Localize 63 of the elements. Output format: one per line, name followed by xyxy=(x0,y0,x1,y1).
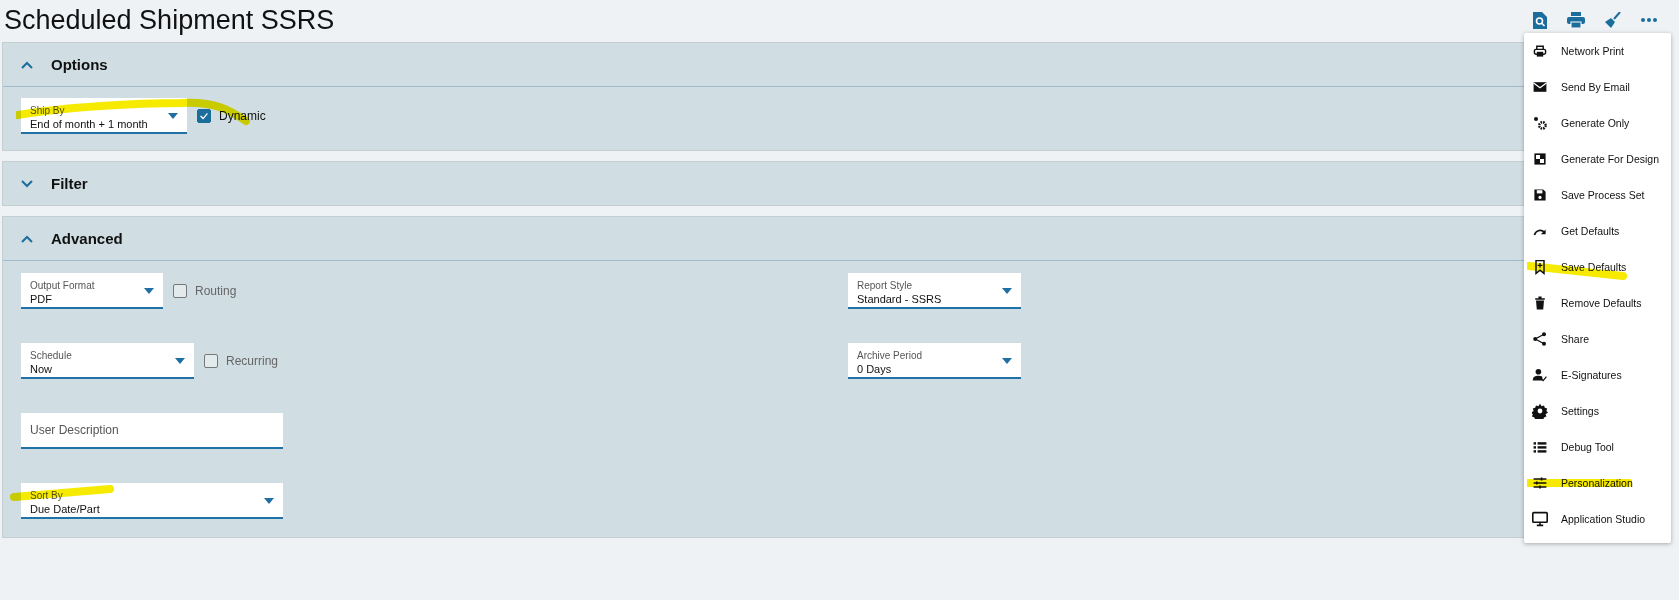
caret-icon xyxy=(1002,358,1012,364)
menu-item[interactable]: Debug Tool xyxy=(1524,429,1671,465)
field-label: Schedule xyxy=(30,349,72,362)
checkbox[interactable] xyxy=(197,109,211,123)
checkbox[interactable] xyxy=(204,354,218,368)
field-label: Report Style xyxy=(857,279,913,292)
dropdown-field[interactable]: Report Style Standard - SSRS xyxy=(848,273,1021,309)
caret-icon xyxy=(144,288,154,294)
menu-item[interactable]: Generate For Design xyxy=(1524,141,1671,177)
field-value: Standard - SSRS xyxy=(857,291,942,306)
field-value: Due Date/Part xyxy=(30,501,100,516)
chevron-icon[interactable] xyxy=(21,234,33,243)
menu-item[interactable]: Settings xyxy=(1524,393,1671,429)
menu-item[interactable]: Get Defaults xyxy=(1524,213,1671,249)
page-title: Scheduled Shipment SSRS xyxy=(4,4,335,36)
menu-item[interactable]: Generate Only xyxy=(1524,105,1671,141)
caret-icon xyxy=(168,113,178,119)
field-value: End of month + 1 month xyxy=(30,116,148,131)
menu-item[interactable]: Share xyxy=(1524,321,1671,357)
menu-item[interactable]: Save Process Set xyxy=(1524,177,1671,213)
menu-item-icon xyxy=(1532,511,1548,527)
preview-icon[interactable] xyxy=(1533,11,1547,29)
menu-item-icon xyxy=(1532,43,1548,59)
menu-item[interactable]: Network Print xyxy=(1524,33,1671,69)
caret-icon xyxy=(1002,288,1012,294)
menu-item[interactable]: Send By Email xyxy=(1524,69,1671,105)
more-icon[interactable] xyxy=(1641,18,1657,22)
dropdown-field[interactable]: Archive Period 0 Days xyxy=(848,343,1021,379)
section-title: Advanced xyxy=(51,230,123,247)
checkbox-label: Routing xyxy=(195,284,237,298)
field-value: 0 Days xyxy=(857,361,892,376)
field-value: PDF xyxy=(30,291,52,306)
dropdown-field[interactable]: Output Format PDF xyxy=(21,273,163,309)
checkbox-label: Recurring xyxy=(226,354,279,368)
dropdown-field[interactable]: Schedule Now xyxy=(21,343,194,379)
menu-item-icon xyxy=(1532,259,1548,275)
chevron-icon[interactable] xyxy=(21,179,33,188)
menu-item[interactable]: Remove Defaults xyxy=(1524,285,1671,321)
input-field[interactable]: User Description xyxy=(21,413,283,449)
menu-item-icon xyxy=(1532,295,1548,311)
field-label: Output Format xyxy=(30,279,95,292)
menu-item[interactable]: Application Studio xyxy=(1524,501,1671,537)
menu-item-icon xyxy=(1532,115,1548,131)
section-title: Filter xyxy=(51,175,88,192)
caret-icon xyxy=(264,498,274,504)
field-label: Archive Period xyxy=(857,349,923,362)
menu-item-icon xyxy=(1532,79,1548,95)
print-icon[interactable] xyxy=(1567,12,1585,28)
menu-item[interactable]: E-Signatures xyxy=(1524,357,1671,393)
chevron-icon[interactable] xyxy=(21,60,33,69)
section-title: Options xyxy=(51,56,108,73)
menu-item-icon xyxy=(1532,439,1548,455)
broom-icon[interactable] xyxy=(1605,12,1621,28)
field-value: Now xyxy=(30,361,52,376)
menu-item-icon xyxy=(1532,151,1548,167)
menu-item-icon xyxy=(1532,187,1548,203)
checkbox[interactable] xyxy=(173,284,187,298)
menu-item-icon xyxy=(1532,331,1548,347)
menu-item-icon xyxy=(1532,367,1548,383)
caret-icon xyxy=(175,358,185,364)
menu-item-icon xyxy=(1532,403,1548,419)
menu-item-icon xyxy=(1532,475,1548,491)
field-label: Ship By xyxy=(30,104,65,117)
